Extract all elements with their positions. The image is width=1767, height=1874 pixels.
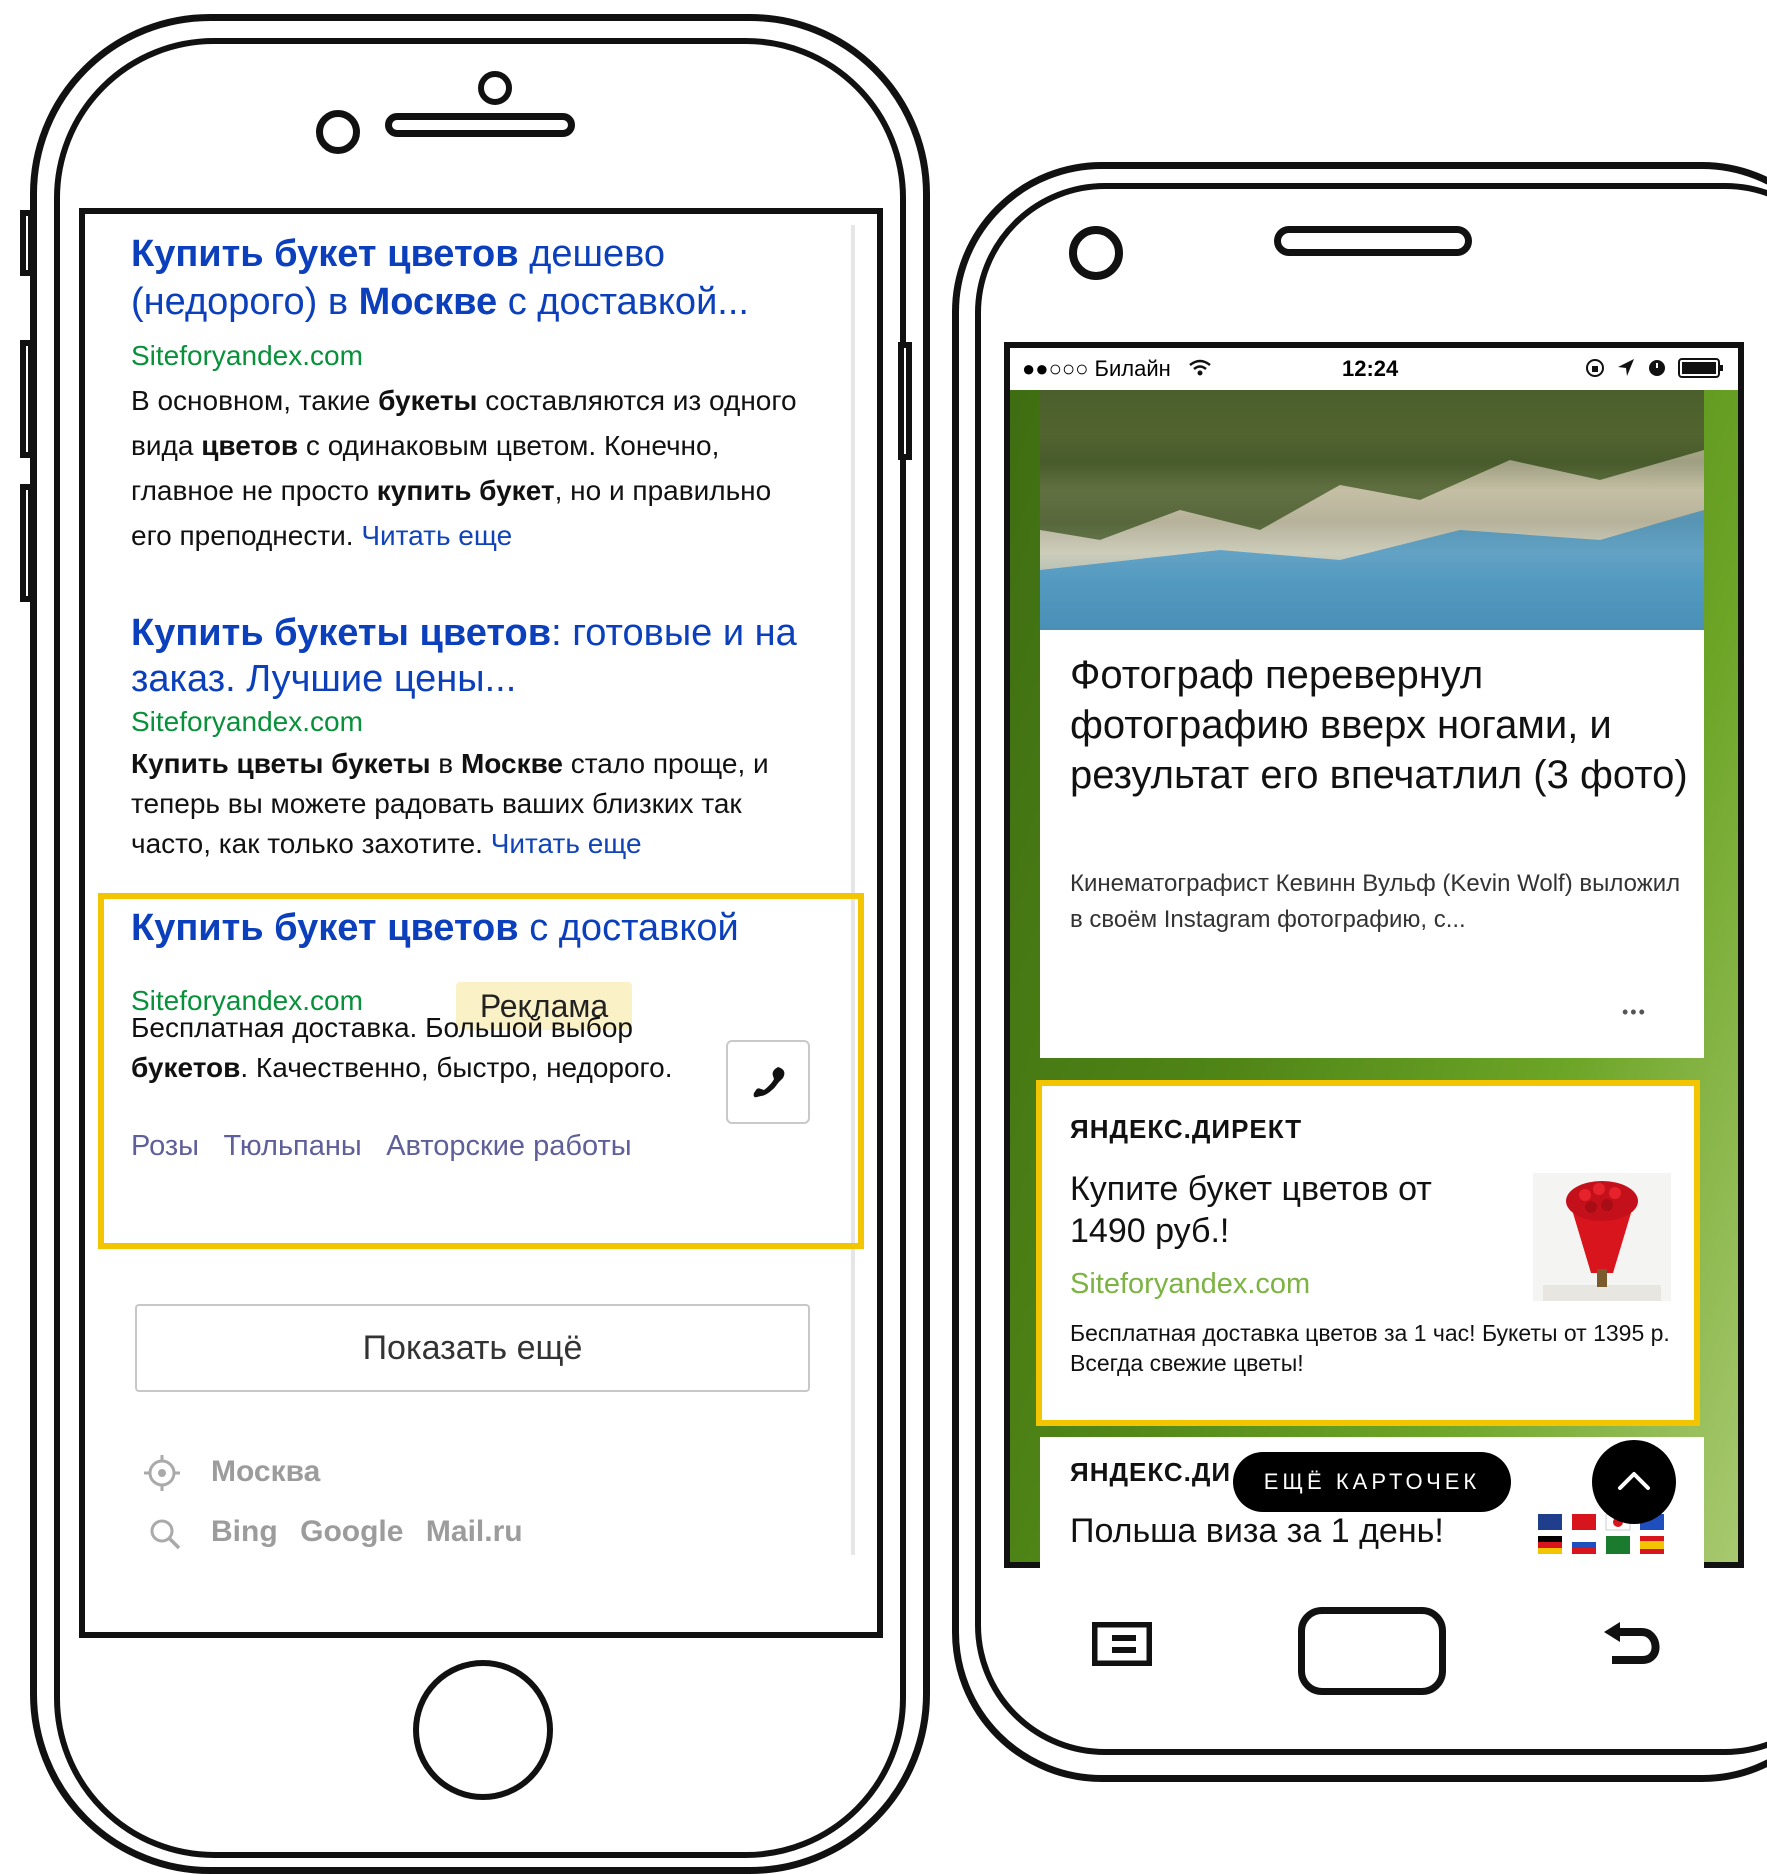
search-result: Купить букет цветов дешево (недорого) в … (131, 230, 801, 558)
read-more-link[interactable]: Читать еще (491, 828, 642, 859)
battery-icon (1678, 358, 1723, 378)
show-more-button[interactable]: Показать ещё (135, 1304, 810, 1392)
home-button[interactable] (413, 1660, 553, 1800)
read-more-link[interactable]: Читать еще (361, 520, 512, 551)
alarm-icon (1649, 360, 1665, 376)
mute-switch (20, 210, 34, 276)
home-button[interactable] (1298, 1607, 1446, 1695)
location-arrow-icon (1618, 359, 1634, 376)
direct-ad-text: Бесплатная доставка цветов за 1 час! Бук… (1070, 1320, 1670, 1376)
sitelink-roses[interactable]: Розы (131, 1130, 199, 1162)
search-result: Купить букеты цветов: готовые и на заказ… (131, 610, 801, 864)
carrier-label: ●●○○○ Билайн (1022, 356, 1171, 381)
volume-down-button (20, 484, 34, 602)
more-options-icon[interactable]: ••• (1622, 1002, 1647, 1023)
direct-label: ЯНДЕКС.ДИ (1070, 1457, 1232, 1487)
result-title-link[interactable]: Купить букеты цветов: готовые и на заказ… (131, 610, 801, 702)
region-link[interactable]: Москва (211, 1455, 320, 1489)
sensor-icon (316, 110, 360, 154)
direct-label: ЯНДЕКС.ДИРЕКТ (1070, 1114, 1303, 1144)
engine-mailru-link[interactable]: Mail.ru (426, 1515, 523, 1548)
wifi-icon (1189, 359, 1211, 376)
call-button[interactable] (726, 1040, 810, 1124)
scrollbar[interactable] (851, 225, 855, 1555)
clock: 12:24 (1342, 356, 1399, 381)
article-photo (1040, 390, 1704, 630)
article-description: Кинематографист Кевинн Вульф (Kevin Wolf… (1070, 870, 1681, 933)
ad-title-link[interactable]: Купить букет цветов с доставкой (131, 904, 811, 952)
power-button (898, 342, 912, 460)
direct-ad-title[interactable]: Купите букет цветов от 1490 руб.! (1070, 1168, 1500, 1252)
more-cards-button[interactable]: ЕЩЁ КАРТОЧЕК (1233, 1452, 1511, 1512)
front-camera-icon (478, 71, 512, 105)
front-camera-icon (1069, 226, 1123, 280)
earpiece-speaker (385, 113, 575, 137)
ad-text: Бесплатная доставка. Большой выбор букет… (131, 1012, 673, 1083)
result-snippet: Купить цветы букеты в Москве стало проще… (131, 748, 769, 859)
location-icon (143, 1454, 181, 1492)
search-icon (148, 1517, 182, 1551)
direct-ad-url[interactable]: Siteforyandex.com (1070, 1268, 1310, 1301)
rotation-lock-icon (1586, 359, 1604, 377)
sitelink-author-works[interactable]: Авторские работы (386, 1130, 631, 1162)
ad-sitelinks: Розы Тюльпаны Авторские работы (131, 1130, 632, 1163)
article-title[interactable]: Фотограф перевернул фотографию вверх ног… (1070, 650, 1690, 800)
back-icon[interactable] (1602, 1620, 1668, 1670)
direct-ad-title[interactable]: Польша виза за 1 день! (1070, 1512, 1444, 1551)
result-snippet: В основном, такие букеты составляются из… (131, 385, 797, 551)
scroll-up-button[interactable] (1592, 1440, 1676, 1524)
bouquet-image (1533, 1173, 1671, 1301)
volume-up-button (20, 340, 34, 458)
result-title-link[interactable]: Купить букет цветов дешево (недорого) в … (131, 230, 801, 326)
result-url[interactable]: Siteforyandex.com (131, 340, 801, 372)
engine-bing-link[interactable]: Bing (211, 1515, 278, 1548)
sitelink-tulips[interactable]: Тюльпаны (223, 1130, 361, 1162)
menu-icon[interactable] (1090, 1620, 1154, 1668)
chevron-up-icon (1618, 1472, 1650, 1490)
other-engines: Bing Google Mail.ru (211, 1515, 523, 1549)
result-url[interactable]: Siteforyandex.com (131, 706, 801, 738)
status-bar: ●●○○○ Билайн 12:24 (1010, 348, 1738, 390)
earpiece-speaker (1274, 226, 1472, 256)
phone-icon (753, 1067, 785, 1098)
engine-google-link[interactable]: Google (300, 1515, 403, 1548)
